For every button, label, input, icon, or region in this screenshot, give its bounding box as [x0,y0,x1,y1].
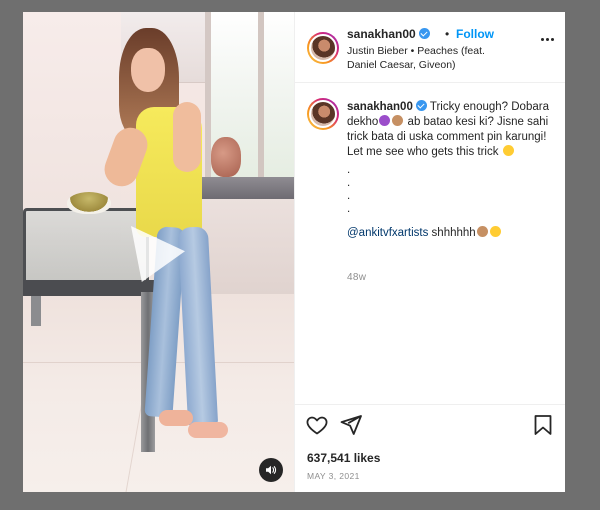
caption-dot: . [347,190,351,202]
audio-link[interactable]: Justin Bieber • Peaches (feat. Daniel Ca… [347,44,512,72]
avatar-image [309,34,337,62]
more-dot [546,38,549,41]
avatar[interactable] [307,98,339,130]
separator-dot: • [445,27,450,41]
caption-username[interactable]: sanakhan00 [347,101,413,113]
video-table-leg [31,296,41,326]
more-dot [551,38,554,41]
video-person-foot [159,410,193,426]
bookmark-icon[interactable] [531,413,555,437]
devil-emoji-icon [379,115,391,126]
video-person-face [131,48,165,92]
follow-button[interactable]: Follow [456,27,494,41]
monkey-emoji-icon [476,226,488,237]
video-vase [211,137,241,177]
more-dot [541,38,544,41]
post-modal: sanakhan00 • Follow Justin Bieber • Peac… [23,12,565,492]
post-sidebar: sanakhan00 • Follow Justin Bieber • Peac… [294,12,565,492]
paper-plane-icon[interactable] [339,413,363,437]
heart-icon[interactable] [305,413,329,437]
more-options-icon[interactable] [541,38,554,41]
username-text: sanakhan00 [347,27,416,41]
caption-section: sanakhan00 Tricky enough? Dobara dekho a… [295,82,565,404]
video-table-frame [23,280,158,296]
video-window-bar [258,12,264,187]
likes-count[interactable]: 637,541 likes [307,451,380,465]
caption-dot: . [347,203,351,215]
post-header: sanakhan00 • Follow Justin Bieber • Peac… [295,12,565,83]
monkey-emoji-icon [392,115,404,126]
video-person-shoulder [173,102,201,172]
caption-dot: . [347,164,351,176]
caption-dots: . . . . [347,164,557,216]
avatar[interactable] [307,32,339,64]
caption-mention-after: shhhhhh [431,227,476,239]
video-person-foot [188,422,228,438]
shush-emoji-icon [489,226,501,237]
mention-link[interactable]: @ankitvfxartists [347,227,428,239]
speaker-icon-glyph [266,465,277,475]
caption-dot: . [347,177,351,189]
caption-text: sanakhan00 Tricky enough? Dobara dekho a… [347,100,557,241]
caption-mention-line: @ankitvfxartists shhhhhh [347,226,557,241]
post-video[interactable] [23,12,294,492]
action-bar: 637,541 likes MAY 3, 2021 [295,404,565,492]
grin-emoji-icon [502,145,514,156]
verified-badge-icon [418,28,430,39]
verified-badge-icon [415,100,427,111]
speaker-icon[interactable] [259,458,283,482]
post-date: MAY 3, 2021 [307,471,360,481]
caption-timestamp[interactable]: 48w [347,272,366,283]
avatar-image [309,100,337,128]
video-bowl [67,192,111,214]
username-link[interactable]: sanakhan00 [347,27,430,41]
